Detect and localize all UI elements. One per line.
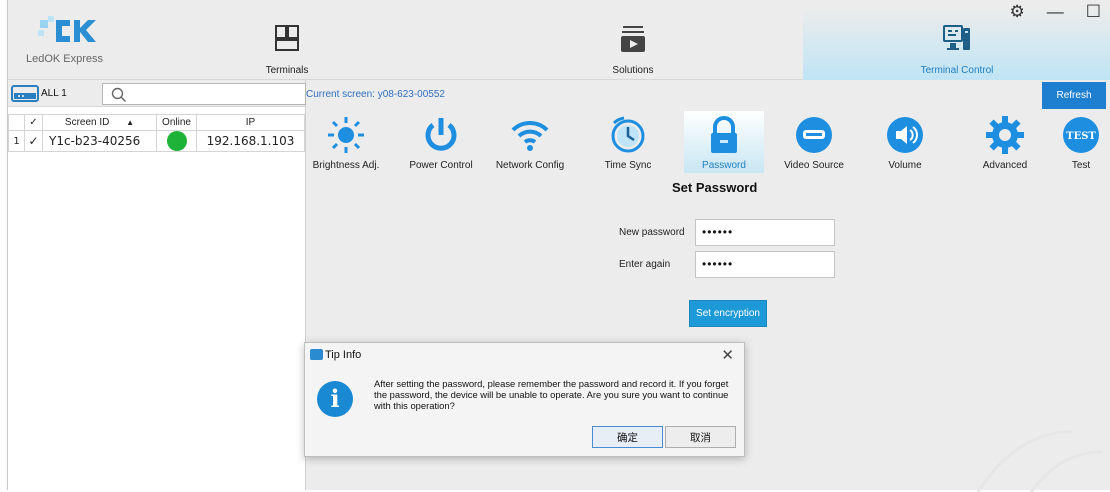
table-header-row: ✓ Screen ID ▲ Online IP: [8, 114, 305, 131]
func-volume-label: Volume: [888, 160, 922, 171]
power-icon: [425, 118, 457, 151]
sun-icon: [328, 117, 364, 153]
screen-group-icon[interactable]: [11, 84, 39, 104]
tab-terminals[interactable]: Terminals: [238, 0, 336, 80]
dialog-app-icon: [310, 349, 323, 360]
func-advanced[interactable]: Advanced: [965, 111, 1045, 173]
app-window: LedOK Express Terminals Solutions Termin…: [7, 0, 1110, 490]
func-password-label: Password: [702, 160, 746, 171]
row-online-cell: [156, 130, 197, 152]
volume-icon: [887, 117, 923, 153]
header-bar: LedOK Express Terminals Solutions Termin…: [8, 0, 1110, 80]
header-online[interactable]: Online: [156, 114, 197, 131]
info-icon: i: [317, 381, 353, 417]
row-checkbox[interactable]: ✓: [24, 130, 43, 152]
ledok-logo: [38, 16, 96, 42]
func-video-source[interactable]: Video Source: [774, 111, 854, 173]
terminal-table: ✓ Screen ID ▲ Online IP 1 ✓ Y1c-b23-4025…: [8, 114, 305, 152]
list-toolbar: ALL 1: [8, 80, 306, 107]
header-screen-id[interactable]: Screen ID ▲: [42, 114, 157, 131]
tab-solutions[interactable]: Solutions: [593, 0, 673, 80]
func-power-label: Power Control: [409, 160, 473, 171]
func-network-label: Network Config: [495, 160, 565, 171]
func-password[interactable]: Password: [684, 111, 764, 173]
confirm-button[interactable]: 确定: [592, 426, 663, 448]
search-icon: [111, 87, 126, 102]
solutions-icon: [621, 26, 645, 52]
watermark-decoration: [976, 430, 1103, 492]
func-advanced-label: Advanced: [982, 160, 1028, 171]
header-ip[interactable]: IP: [196, 114, 305, 131]
enter-again-label: Enter again: [619, 259, 671, 270]
set-password-title: Set Password: [672, 180, 758, 195]
func-video-source-label: Video Source: [784, 160, 844, 171]
current-screen-label: Current screen: y08-623-00552: [306, 89, 445, 100]
settings-gear-icon[interactable]: ⚙: [1010, 2, 1025, 22]
func-volume[interactable]: Volume: [865, 111, 945, 173]
dialog-message: After setting the password, please remem…: [374, 378, 729, 411]
all-count-label[interactable]: ALL 1: [41, 88, 67, 99]
minimize-icon[interactable]: —: [1047, 2, 1064, 22]
terminal-control-icon: [943, 25, 970, 50]
video-source-icon: [796, 117, 832, 153]
test-icon: TEST: [1063, 117, 1099, 153]
lock-icon: [711, 116, 737, 153]
tab-solutions-label: Solutions: [612, 65, 654, 76]
func-power[interactable]: Power Control: [401, 111, 481, 173]
online-status-indicator: [166, 131, 187, 151]
row-screen-id: Y1c-b23-40256: [42, 130, 157, 152]
search-input[interactable]: [102, 83, 306, 105]
window-controls: ⚙ — ☐: [1010, 2, 1102, 22]
tip-info-dialog: Tip Info ✕ i After setting the password,…: [304, 342, 745, 457]
gear-icon: [986, 116, 1024, 154]
refresh-button[interactable]: Refresh: [1042, 82, 1106, 109]
row-ip: 192.168.1.103: [196, 130, 305, 152]
header-index: [8, 114, 25, 131]
terminal-list-panel: ALL 1 ✓ Screen ID ▲ Online IP 1 ✓ Y1c-b2…: [8, 80, 306, 490]
close-icon[interactable]: ✕: [721, 346, 734, 364]
header-check[interactable]: ✓: [24, 114, 43, 131]
func-test[interactable]: TEST Test: [1051, 111, 1110, 173]
set-encryption-button[interactable]: Set encryption: [689, 300, 767, 327]
header-screen-id-label: Screen ID: [64, 117, 110, 128]
clock-icon: [611, 116, 645, 153]
test-badge-text: TEST: [1066, 131, 1096, 142]
brand-name: LedOK Express: [26, 53, 104, 65]
dialog-title: Tip Info: [325, 349, 362, 361]
wifi-icon: [511, 120, 549, 151]
terminals-icon: [275, 25, 299, 51]
tab-terminals-label: Terminals: [265, 65, 309, 76]
func-network[interactable]: Network Config: [490, 111, 570, 173]
new-password-field[interactable]: ••••••: [695, 219, 835, 246]
new-password-label: New password: [619, 227, 685, 238]
table-row[interactable]: 1 ✓ Y1c-b23-40256 192.168.1.103: [8, 130, 305, 152]
sort-asc-icon: ▲: [126, 118, 135, 127]
func-brightness-label: Brightness Adj.: [312, 160, 380, 171]
row-index: 1: [8, 130, 25, 152]
func-test-label: Test: [1071, 160, 1091, 171]
cancel-button[interactable]: 取消: [665, 426, 736, 448]
tab-terminal-control-label: Terminal Control: [920, 65, 994, 76]
maximize-icon[interactable]: ☐: [1086, 2, 1101, 22]
func-time-sync-label: Time Sync: [604, 160, 652, 171]
enter-again-field[interactable]: ••••••: [695, 251, 835, 278]
func-brightness[interactable]: Brightness Adj.: [306, 111, 386, 173]
func-time-sync[interactable]: Time Sync: [588, 111, 668, 173]
